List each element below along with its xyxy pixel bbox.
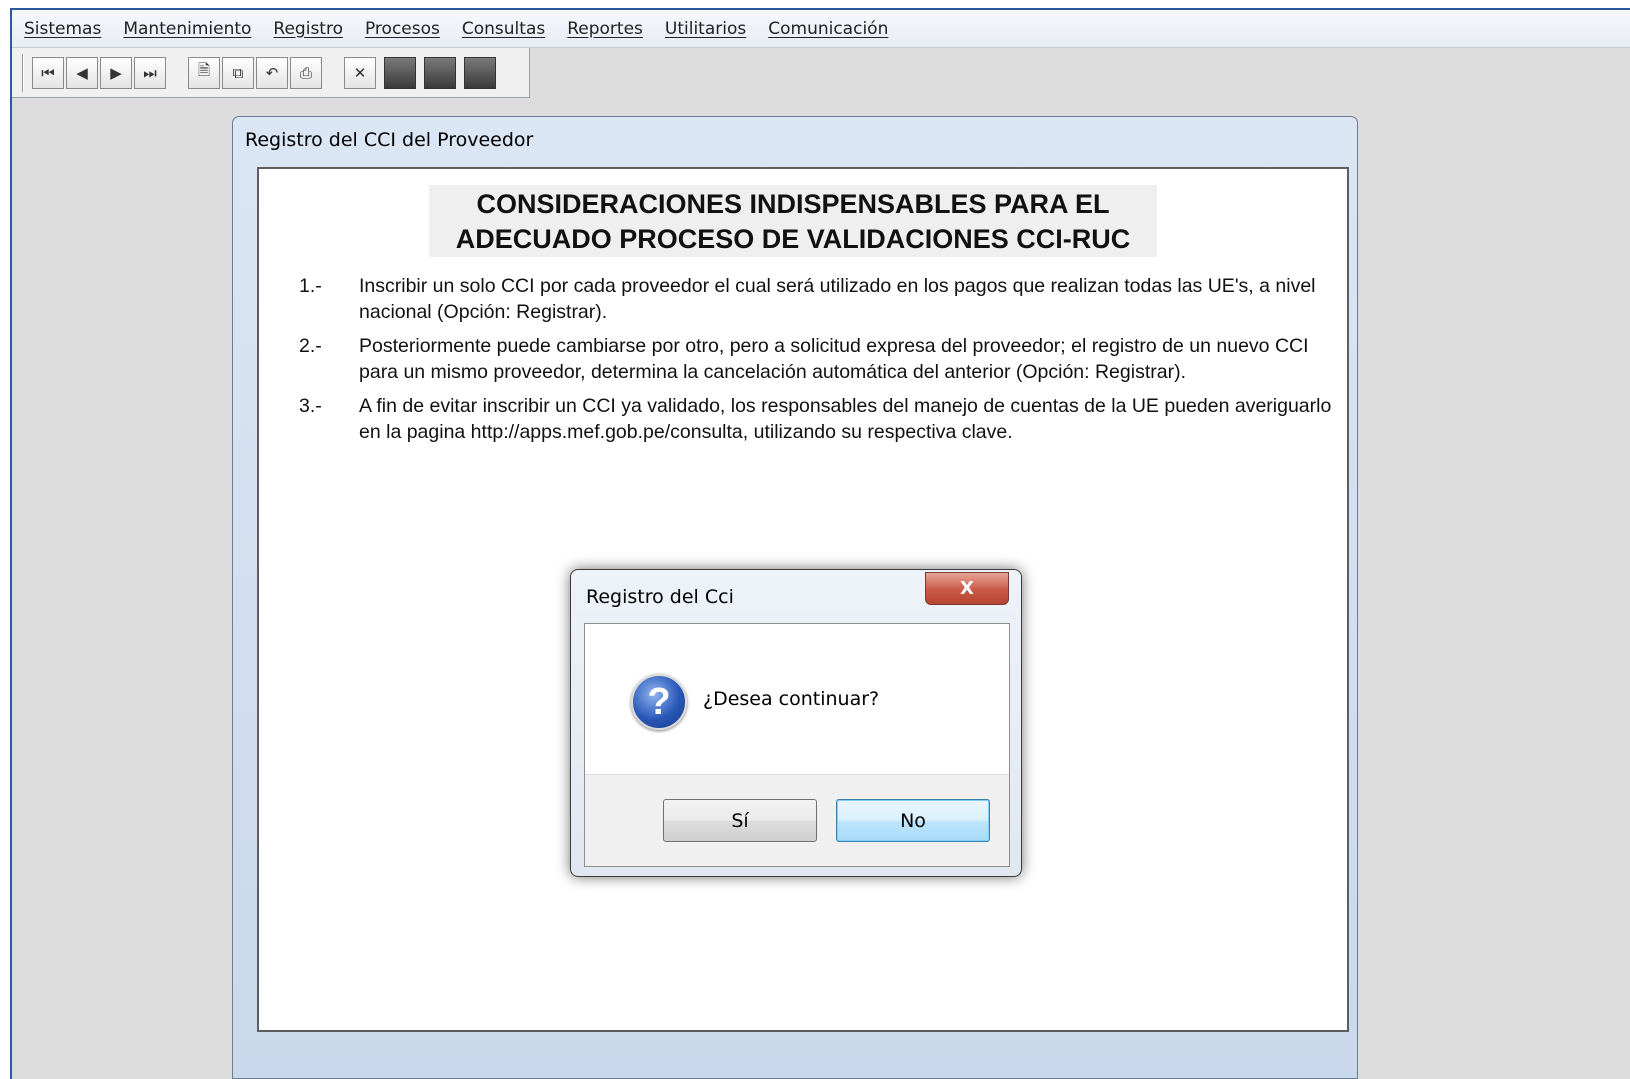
list-item-text: A fin de evitar inscribir un CCI ya vali… xyxy=(359,395,1332,443)
list-item-text: Inscribir un solo CCI por cada proveedor… xyxy=(359,275,1316,323)
yes-button[interactable]: Sí xyxy=(663,799,817,842)
list-item-text: Posteriormente puede cambiarse por otro,… xyxy=(359,335,1309,383)
list-item-number: 1.- xyxy=(299,275,322,297)
previous-record-icon[interactable]: ◀ xyxy=(66,56,98,89)
dialog-title: Registro del Cci xyxy=(586,586,734,608)
dialog-body: ? ¿Desea continuar? Sí No xyxy=(584,623,1010,867)
next-record-icon[interactable]: ▶ xyxy=(100,56,132,89)
menu-procesos[interactable]: Procesos xyxy=(365,19,440,39)
list-item: 1.- Inscribir un solo CCI por cada prove… xyxy=(299,273,1339,325)
toolbar-other-group: ✕ xyxy=(344,56,504,89)
print-icon[interactable]: ⎙ xyxy=(290,56,322,89)
window-title: Registro del CCI del Proveedor xyxy=(245,129,534,151)
undo-icon[interactable]: ↶ xyxy=(256,56,288,89)
exit-icon[interactable] xyxy=(464,56,496,89)
menu-reportes[interactable]: Reportes xyxy=(567,19,643,39)
dialog-message: ¿Desea continuar? xyxy=(703,688,880,710)
list-item: 3.- A fin de evitar inscribir un CCI ya … xyxy=(299,393,1339,445)
toolbar: ⏮ ◀ ▶ ⏭ 🗎 ⧉ ↶ ⎙ ✕ xyxy=(12,48,530,98)
list-item: 2.- Posteriormente puede cambiarse por o… xyxy=(299,333,1339,385)
menu-registro[interactable]: Registro xyxy=(273,19,343,39)
no-button[interactable]: No xyxy=(836,799,990,842)
menu-comunicacion[interactable]: Comunicación xyxy=(768,19,888,39)
copy-icon[interactable]: ⧉ xyxy=(222,56,254,89)
list-item-number: 3.- xyxy=(299,395,322,417)
toolbar-edit-group: 🗎 ⧉ ↶ ⎙ xyxy=(188,56,324,89)
confirm-dialog: Registro del Cci X ? ¿Desea continuar? S… xyxy=(570,569,1022,877)
considerations-list: 1.- Inscribir un solo CCI por cada prove… xyxy=(299,273,1339,453)
menu-bar: Sistemas Mantenimiento Registro Procesos… xyxy=(12,10,1630,48)
heading-line-2: ADECUADO PROCESO DE VALIDACIONES CCI-RUC xyxy=(455,224,1131,254)
list-item-number: 2.- xyxy=(299,335,322,357)
menu-consultas[interactable]: Consultas xyxy=(462,19,545,39)
last-record-icon[interactable]: ⏭ xyxy=(134,56,166,89)
question-icon: ? xyxy=(631,674,687,730)
new-document-icon[interactable]: 🗎 xyxy=(188,56,220,89)
dialog-button-area: Sí No xyxy=(585,774,1009,866)
stop-icon[interactable] xyxy=(424,56,456,89)
toolbar-nav-group: ⏮ ◀ ▶ ⏭ xyxy=(32,56,168,89)
delete-icon[interactable]: ✕ xyxy=(344,56,376,89)
close-icon[interactable]: X xyxy=(925,572,1009,605)
menu-utilitarios[interactable]: Utilitarios xyxy=(665,19,746,39)
menu-sistemas[interactable]: Sistemas xyxy=(24,19,101,39)
menu-mantenimiento[interactable]: Mantenimiento xyxy=(123,19,251,39)
toolbar-grip xyxy=(22,53,24,92)
dialog-message-area: ? ¿Desea continuar? xyxy=(585,624,1009,774)
first-record-icon[interactable]: ⏮ xyxy=(32,56,64,89)
document-heading: CONSIDERACIONES INDISPENSABLES PARA EL A… xyxy=(429,185,1157,257)
keyboard-icon[interactable] xyxy=(384,56,416,89)
heading-line-1: CONSIDERACIONES INDISPENSABLES PARA EL xyxy=(476,189,1110,219)
